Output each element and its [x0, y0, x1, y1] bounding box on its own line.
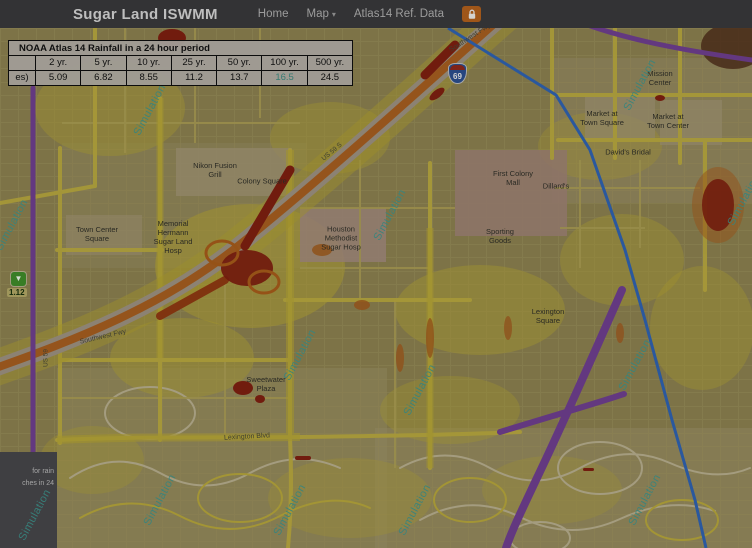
- rainfall-value: 6.82: [80, 71, 125, 85]
- rainfall-col-header: 100 yr.: [261, 56, 306, 71]
- chevron-down-icon: ▾: [332, 10, 336, 19]
- rainfall-col-header: 10 yr.: [126, 56, 171, 71]
- map-marker-icon[interactable]: ▼: [11, 272, 26, 286]
- rainfall-value: 13.7: [216, 71, 261, 85]
- nav-atlas14-label: Atlas14 Ref. Data: [354, 8, 444, 20]
- app-header: Sugar Land ISWMM Home Map ▾ Atlas14 Ref.…: [0, 0, 752, 28]
- rainfall-row-label: es): [9, 71, 35, 85]
- lock-button[interactable]: [462, 6, 481, 22]
- legend-line-2: ches in 24: [0, 478, 54, 490]
- rainfall-table-title: NOAA Atlas 14 Rainfall in a 24 hour peri…: [9, 41, 352, 56]
- interstate-shield-number: 69: [453, 73, 462, 81]
- rainfall-value: 11.2: [171, 71, 216, 85]
- nav-map[interactable]: Map ▾: [306, 8, 335, 20]
- nav-atlas14-ref-data[interactable]: Atlas14 Ref. Data: [354, 8, 444, 20]
- rainfall-table-grid: 2 yr. 5 yr. 10 yr. 25 yr. 50 yr. 100 yr.…: [9, 56, 352, 85]
- nav-home[interactable]: Home: [258, 8, 289, 20]
- app-title: Sugar Land ISWMM: [73, 6, 218, 23]
- legend-line-1: for rain: [0, 466, 54, 478]
- lock-icon: [467, 9, 477, 20]
- map-marker-value: 1.12: [7, 288, 27, 297]
- rainfall-col-header: 500 yr.: [307, 56, 352, 71]
- rainfall-col-header: 5 yr.: [80, 56, 125, 71]
- legend-panel: for rain ches in 24: [0, 452, 57, 548]
- rainfall-value: 5.09: [35, 71, 80, 85]
- map-graphics: [0, 28, 752, 548]
- map-canvas[interactable]: Mission Center Market at Town Square Mar…: [0, 28, 752, 548]
- rainfall-col-header: 50 yr.: [216, 56, 261, 71]
- main-nav: Home Map ▾ Atlas14 Ref. Data: [258, 8, 444, 20]
- rainfall-table: NOAA Atlas 14 Rainfall in a 24 hour peri…: [8, 40, 353, 86]
- rainfall-value: 24.5: [307, 71, 352, 85]
- rainfall-col-header: 25 yr.: [171, 56, 216, 71]
- rainfall-row-label-header: [9, 56, 35, 71]
- arrow-down-icon: ▼: [15, 274, 23, 283]
- nav-map-label: Map: [306, 8, 328, 20]
- rainfall-value: 8.55: [126, 71, 171, 85]
- rainfall-value: 16.5: [261, 71, 306, 85]
- nav-home-label: Home: [258, 8, 289, 20]
- rainfall-col-header: 2 yr.: [35, 56, 80, 71]
